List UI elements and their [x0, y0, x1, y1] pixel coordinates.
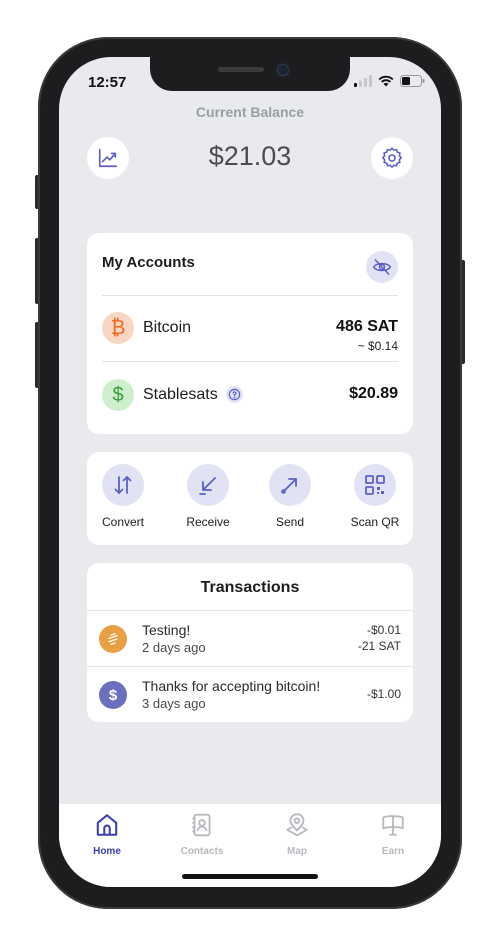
contacts-icon — [192, 813, 211, 837]
page-title: Current Balance — [195, 104, 305, 120]
receive-arrow-icon — [199, 477, 216, 495]
bitcoin-icon: ₿ — [102, 312, 134, 344]
action-label-convert: Convert — [101, 515, 145, 529]
divider — [102, 361, 398, 362]
speaker — [218, 67, 264, 72]
eye-off-icon — [372, 259, 392, 275]
account-name-stablesats: Stablesats — [143, 386, 218, 403]
action-label-send: Send — [275, 515, 305, 529]
tab-contacts[interactable]: Contacts — [162, 812, 242, 857]
receive-button[interactable]: Receive — [168, 464, 248, 529]
account-value-bitcoin: 486 SAT — [336, 318, 398, 335]
accounts-title: My Accounts — [102, 254, 195, 271]
send-icon-circle — [269, 464, 311, 506]
tab-earn[interactable]: Earn — [353, 812, 433, 857]
account-value-stablesats: $20.89 — [349, 385, 398, 402]
notch — [150, 57, 350, 91]
gear-icon — [382, 147, 402, 168]
scan-qr-icon-circle — [354, 464, 396, 506]
convert-arrows-icon — [114, 476, 132, 494]
price-chart-button[interactable] — [87, 137, 129, 179]
transaction-row[interactable]: Testing! 2 days ago -$0.01 -21 SAT — [87, 611, 413, 666]
dollar-icon: $ — [102, 379, 134, 411]
tab-label-home: Home — [93, 846, 121, 857]
tab-map[interactable]: Map — [257, 812, 337, 857]
receive-icon-circle — [187, 464, 229, 506]
transaction-description: Testing! — [142, 622, 191, 638]
tab-label-map: Map — [287, 846, 307, 857]
question-icon — [228, 388, 241, 401]
camera — [278, 65, 288, 75]
transaction-amount-sat: -21 SAT — [357, 639, 401, 653]
transaction-row[interactable]: $ Thanks for accepting bitcoin! 3 days a… — [87, 667, 413, 722]
convert-icon-circle — [102, 464, 144, 506]
map-pin-icon — [286, 813, 308, 837]
transactions-title[interactable]: Transactions — [87, 579, 413, 597]
status-icons — [354, 75, 425, 87]
divider — [102, 295, 398, 296]
transaction-amount-usd: -$0.01 — [366, 623, 401, 637]
dollar-icon: $ — [99, 681, 127, 709]
tab-label-contacts: Contacts — [180, 846, 224, 857]
qr-code-icon — [365, 475, 385, 495]
home-indicator — [182, 874, 318, 879]
transaction-description: Thanks for accepting bitcoin! — [142, 678, 321, 694]
settings-button[interactable] — [371, 137, 413, 179]
lightning-icon — [99, 625, 127, 653]
earn-book-icon — [382, 815, 404, 836]
actions-card: Convert Receive Send Scan QR — [87, 452, 413, 545]
home-icon — [96, 814, 118, 836]
tab-label-earn: Earn — [381, 846, 405, 857]
convert-button[interactable]: Convert — [83, 464, 163, 529]
battery-icon — [400, 75, 425, 87]
signal-icon — [354, 75, 372, 87]
transaction-date: 2 days ago — [142, 640, 206, 655]
stablesats-help-button[interactable] — [226, 386, 243, 403]
accounts-card: My Accounts ₿ Bitcoin 486 SAT ~ $0.14 $ … — [87, 233, 413, 434]
account-name-bitcoin: Bitcoin — [143, 319, 192, 336]
action-label-scan-qr: Scan QR — [350, 515, 400, 529]
status-time: 12:57 — [88, 74, 127, 91]
send-button[interactable]: Send — [250, 464, 330, 529]
transactions-card: Transactions Testing! 2 days ago -$0.01 … — [87, 563, 413, 722]
chart-line-icon — [98, 148, 118, 168]
action-label-receive: Receive — [186, 515, 230, 529]
send-arrow-icon — [281, 478, 297, 494]
hide-balance-button[interactable] — [366, 251, 398, 283]
app-screen: 12:57 Current Balance $21.03 My Accounts… — [59, 57, 441, 887]
transaction-date: 3 days ago — [142, 696, 206, 711]
wifi-icon — [378, 75, 394, 87]
transaction-amount-usd: -$1.00 — [366, 687, 401, 701]
account-subvalue-bitcoin: ~ $0.14 — [357, 339, 398, 353]
scan-qr-button[interactable]: Scan QR — [335, 464, 415, 529]
tab-home[interactable]: Home — [67, 812, 147, 857]
